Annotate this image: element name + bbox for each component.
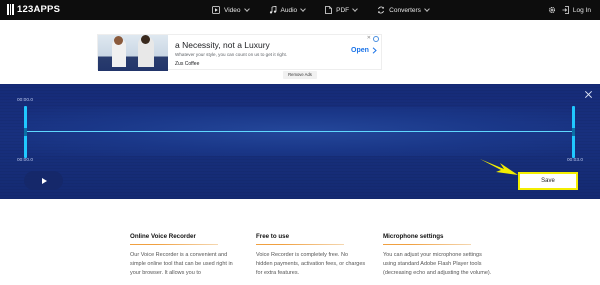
ad-brand: Zus Coffee — [175, 61, 200, 67]
close-icon[interactable] — [584, 90, 593, 99]
nav-right: Log In — [548, 0, 591, 20]
nav-label-audio: Audio — [280, 6, 298, 14]
music-note-icon — [269, 6, 276, 14]
nav-label-pdf: PDF — [336, 6, 350, 14]
play-button[interactable] — [24, 171, 63, 190]
ad-close-icon[interactable]: ✕ — [367, 35, 371, 41]
login-label: Log In — [572, 6, 591, 14]
section-divider — [383, 244, 471, 245]
chevron-right-icon — [372, 47, 377, 54]
chevron-down-icon — [300, 6, 306, 12]
ad-open-label: Open — [351, 47, 369, 54]
section-free-to-use: Free to use Voice Recorder is completely… — [256, 233, 366, 278]
page: 123APPS Video Audio PDF Converters Log I… — [0, 0, 600, 285]
waveform-line — [26, 131, 574, 132]
play-icon — [42, 177, 47, 184]
nav-item-converters[interactable]: Converters — [377, 6, 430, 14]
chevron-down-icon — [424, 6, 430, 12]
trim-handle-end[interactable] — [572, 106, 575, 158]
ad-banner[interactable]: a Necessity, not a Luxury Whatever your … — [97, 34, 382, 71]
main-nav: Video Audio PDF Converters — [212, 0, 449, 20]
section-microphone-settings: Microphone settings You can adjust your … — [383, 233, 493, 278]
section-online-voice-recorder: Online Voice Recorder Our Voice Recorder… — [130, 233, 240, 278]
ad-open-button[interactable]: Open — [351, 47, 377, 54]
nav-label-converters: Converters — [389, 6, 421, 14]
logo-text: 123APPS — [17, 4, 61, 15]
pdf-file-icon — [325, 6, 333, 14]
section-title: Microphone settings — [383, 233, 444, 240]
nav-item-audio[interactable]: Audio — [269, 6, 306, 14]
nav-item-video[interactable]: Video — [212, 6, 250, 14]
login-link[interactable]: Log In — [562, 6, 591, 14]
logo-icon — [7, 4, 15, 15]
ad-info-icon[interactable] — [373, 36, 379, 42]
section-body: Our Voice Recorder is a convenient and s… — [130, 252, 233, 276]
end-time: 00:03.0 — [567, 158, 584, 163]
ad-description: Whatever your style, you can count on us… — [175, 52, 288, 57]
top-navbar: 123APPS Video Audio PDF Converters Log I… — [0, 0, 600, 20]
play-square-icon — [212, 6, 220, 14]
section-body: You can adjust your microphone settings … — [383, 252, 492, 276]
section-divider — [256, 244, 344, 245]
chevron-down-icon — [243, 6, 250, 12]
ad-title: a Necessity, not a Luxury — [175, 40, 270, 50]
recorder-panel: 00:00.0 00:00.0 00:03.0 — [0, 84, 600, 199]
section-title: Online Voice Recorder — [130, 233, 196, 240]
playhead-time: 00:00.0 — [17, 98, 34, 103]
trim-handle-start[interactable] — [24, 106, 27, 158]
login-icon — [562, 6, 569, 14]
ad-image — [98, 35, 168, 71]
save-button[interactable]: Save — [518, 172, 578, 190]
section-divider — [130, 244, 218, 245]
settings-gear-icon[interactable] — [548, 6, 556, 14]
section-title: Free to use — [256, 233, 290, 240]
nav-item-pdf[interactable]: PDF — [325, 6, 358, 14]
convert-arrows-icon — [378, 6, 385, 14]
logo[interactable]: 123APPS — [7, 4, 60, 15]
chevron-down-icon — [352, 6, 358, 12]
highlight-arrow-icon — [480, 159, 518, 175]
start-time: 00:00.0 — [17, 158, 34, 163]
remove-ads-button[interactable]: Remove Ads — [283, 71, 317, 79]
section-body: Voice Recorder is completely free. No hi… — [256, 252, 366, 276]
nav-label-video: Video — [224, 6, 241, 14]
